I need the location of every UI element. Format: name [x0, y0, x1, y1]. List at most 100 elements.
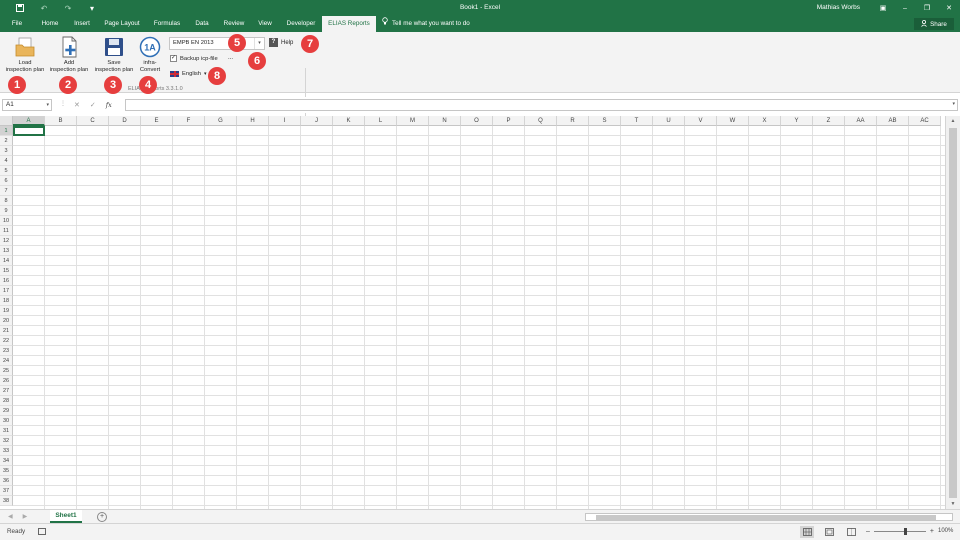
row-header[interactable]: 8 [0, 196, 13, 206]
column-header[interactable]: G [205, 116, 237, 126]
chevron-down-icon[interactable]: ▾ [254, 38, 264, 49]
column-header[interactable]: H [237, 116, 269, 126]
row-header[interactable]: 18 [0, 296, 13, 306]
row-header[interactable]: 30 [0, 416, 13, 426]
standard-combo[interactable]: EMPB EN 2013 ▾ [169, 37, 265, 50]
row-header[interactable]: 31 [0, 426, 13, 436]
column-header[interactable]: AC [909, 116, 941, 126]
column-header[interactable]: AA [845, 116, 877, 126]
column-header[interactable]: D [109, 116, 141, 126]
row-header[interactable]: 13 [0, 246, 13, 256]
column-header[interactable]: J [301, 116, 333, 126]
column-header[interactable]: X [749, 116, 781, 126]
close-icon[interactable]: ✕ [938, 0, 960, 16]
row-header[interactable]: 22 [0, 336, 13, 346]
row-header[interactable]: 6 [0, 176, 13, 186]
column-header[interactable]: N [429, 116, 461, 126]
ribbon-display-options-icon[interactable]: ▣ [872, 0, 894, 16]
column-header[interactable]: AB [877, 116, 909, 126]
language-dropdown[interactable]: English ▾ [170, 71, 207, 77]
macro-record-icon[interactable] [38, 528, 46, 535]
expand-formula-bar-icon[interactable]: ▾ [952, 101, 955, 107]
row-header[interactable]: 26 [0, 376, 13, 386]
name-box[interactable]: A1 ▾ [2, 99, 52, 111]
cancel-entry-icon[interactable]: ✕ [74, 101, 80, 109]
zoom-out-icon[interactable]: – [866, 528, 870, 535]
add-inspection-plan-button[interactable]: Add inspection plan [48, 36, 90, 74]
tab-page-layout[interactable]: Page Layout [101, 16, 143, 32]
row-header[interactable]: 4 [0, 156, 13, 166]
browse-button[interactable]: ... [228, 55, 233, 61]
row-header[interactable]: 24 [0, 356, 13, 366]
new-sheet-icon[interactable]: + [97, 512, 107, 522]
save-inspection-plan-button[interactable]: Save inspection plan [92, 36, 136, 74]
row-header[interactable]: 35 [0, 466, 13, 476]
row-header[interactable]: 7 [0, 186, 13, 196]
help-button[interactable]: ? Help [269, 38, 293, 47]
zoom-knob[interactable] [903, 528, 907, 535]
tell-me-search[interactable]: Tell me what you want to do [382, 16, 470, 32]
row-header[interactable]: 21 [0, 326, 13, 336]
previous-sheet-icon[interactable]: ◀ [8, 513, 13, 520]
scroll-up-icon[interactable]: ▲ [946, 116, 960, 126]
next-sheet-icon[interactable]: ▶ [23, 513, 28, 520]
row-header[interactable]: 32 [0, 436, 13, 446]
row-header[interactable]: 10 [0, 216, 13, 226]
row-header[interactable]: 14 [0, 256, 13, 266]
column-header[interactable]: Z [813, 116, 845, 126]
scroll-down-icon[interactable]: ▼ [946, 499, 960, 509]
formula-input[interactable]: ▾ [125, 99, 958, 111]
row-header[interactable]: 1 [0, 126, 13, 136]
zoom-level[interactable]: 100% [938, 528, 953, 534]
backup-icp-checkbox[interactable]: ✓ Backup icp-file [170, 55, 218, 62]
insert-function-icon[interactable]: fx [106, 101, 112, 109]
column-header[interactable]: T [621, 116, 653, 126]
confirm-entry-icon[interactable]: ✓ [90, 101, 96, 109]
column-header[interactable]: S [589, 116, 621, 126]
row-header[interactable]: 28 [0, 396, 13, 406]
row-header[interactable]: 19 [0, 306, 13, 316]
column-header[interactable]: P [493, 116, 525, 126]
row-header[interactable]: 27 [0, 386, 13, 396]
column-header[interactable]: A [13, 116, 45, 126]
vertical-scrollbar[interactable]: ▲ ▼ [945, 116, 960, 509]
row-header[interactable]: 37 [0, 486, 13, 496]
column-header[interactable]: W [717, 116, 749, 126]
zoom-track[interactable] [873, 528, 926, 535]
row-header[interactable]: 20 [0, 316, 13, 326]
cell-area[interactable] [13, 126, 945, 509]
row-header[interactable]: 36 [0, 476, 13, 486]
row-header[interactable]: 11 [0, 226, 13, 236]
tab-elias-reports[interactable]: ELIAS Reports [322, 16, 376, 32]
infra-convert-button[interactable]: 1A infra- Convert [136, 36, 164, 74]
column-header[interactable]: K [333, 116, 365, 126]
column-header[interactable]: V [685, 116, 717, 126]
tab-developer[interactable]: Developer [282, 16, 320, 32]
zoom-in-icon[interactable]: + [930, 528, 934, 535]
column-header[interactable]: O [461, 116, 493, 126]
column-header[interactable]: L [365, 116, 397, 126]
normal-view-icon[interactable] [800, 526, 814, 538]
row-header[interactable]: 5 [0, 166, 13, 176]
row-header[interactable]: 15 [0, 266, 13, 276]
column-header[interactable]: I [269, 116, 301, 126]
tab-formulas[interactable]: Formulas [149, 16, 185, 32]
sheet-tab[interactable]: Sheet1 [50, 510, 82, 523]
formula-bar-splitter-icon[interactable]: ⋮ [60, 100, 66, 107]
row-header[interactable]: 38 [0, 496, 13, 506]
row-header[interactable]: 16 [0, 276, 13, 286]
tab-review[interactable]: Review [219, 16, 249, 32]
row-header[interactable]: 12 [0, 236, 13, 246]
row-header[interactable]: 33 [0, 446, 13, 456]
row-header[interactable]: 2 [0, 136, 13, 146]
column-header[interactable]: M [397, 116, 429, 126]
row-header[interactable]: 34 [0, 456, 13, 466]
column-header[interactable]: E [141, 116, 173, 126]
row-header[interactable]: 25 [0, 366, 13, 376]
tab-data[interactable]: Data [190, 16, 214, 32]
tab-home[interactable]: Home [36, 16, 64, 32]
checkmark-icon[interactable]: ✓ [170, 55, 177, 62]
select-all-corner[interactable] [0, 116, 13, 126]
restore-icon[interactable]: ❐ [916, 0, 938, 16]
page-layout-view-icon[interactable] [822, 526, 836, 538]
